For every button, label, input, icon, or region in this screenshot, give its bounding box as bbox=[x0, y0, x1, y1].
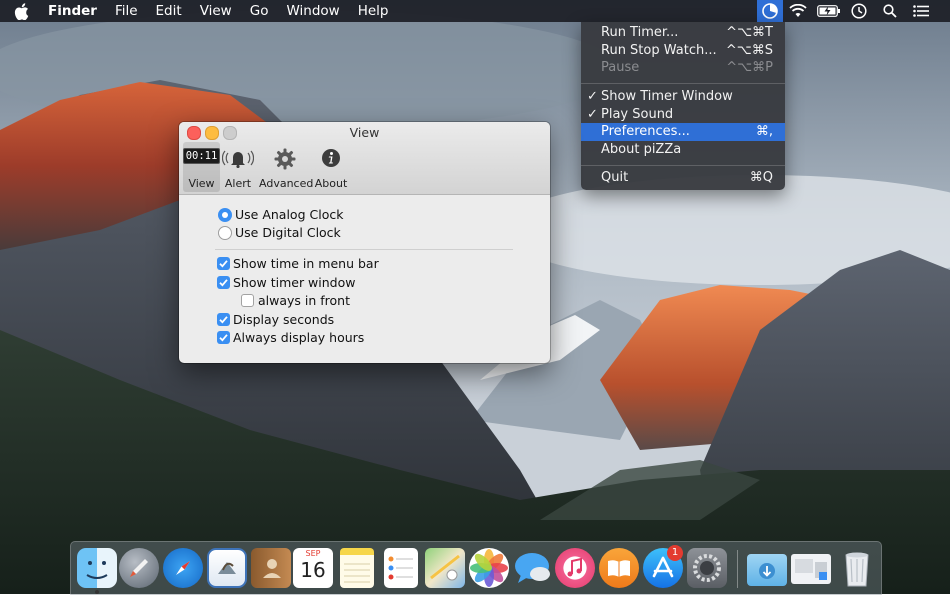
menu-item-run-stop-watch[interactable]: Run Stop Watch... ^⌥⌘S bbox=[581, 42, 785, 60]
analog-clock-label: Use Analog Clock bbox=[235, 207, 344, 222]
running-indicator bbox=[95, 590, 99, 594]
menu-window[interactable]: Window bbox=[277, 0, 348, 22]
menu-item-label: About piZZa bbox=[601, 142, 682, 157]
always-display-hours-checkbox[interactable] bbox=[217, 331, 230, 344]
menu-item-label: Preferences... bbox=[601, 124, 690, 139]
calendar-icon[interactable]: SEP 16 bbox=[293, 548, 333, 588]
menu-item-label: Pause bbox=[601, 60, 640, 75]
notification-center-icon[interactable] bbox=[909, 0, 933, 22]
contacts-icon[interactable] bbox=[251, 548, 291, 588]
time-machine-icon[interactable] bbox=[848, 0, 870, 22]
menu-item-preferences[interactable]: Preferences... ⌘, bbox=[581, 123, 785, 141]
trash-icon[interactable] bbox=[837, 548, 877, 588]
spotlight-search-icon[interactable] bbox=[879, 0, 901, 22]
menu-item-run-timer[interactable]: Run Timer... ^⌥⌘T bbox=[581, 24, 785, 42]
menu-item-play-sound[interactable]: ✓ Play Sound bbox=[581, 106, 785, 124]
show-timer-window-checkbox[interactable] bbox=[217, 276, 230, 289]
window-titlebar[interactable]: View 00:11 View Alert Advanced About bbox=[179, 122, 550, 195]
checkmark-icon bbox=[219, 260, 228, 268]
menu-edit[interactable]: Edit bbox=[147, 0, 191, 22]
info-icon bbox=[322, 149, 340, 167]
menu-item-label: Run Timer... bbox=[601, 25, 679, 40]
maps-icon[interactable] bbox=[425, 548, 465, 588]
menu-item-pause: Pause ^⌥⌘P bbox=[581, 59, 785, 77]
menu-item-label: Run Stop Watch... bbox=[601, 43, 717, 58]
menu-item-label: Quit bbox=[601, 170, 629, 185]
dock-separator bbox=[737, 550, 738, 588]
option-label: Display seconds bbox=[233, 312, 335, 327]
tab-alert[interactable]: Alert bbox=[221, 142, 255, 192]
menu-help[interactable]: Help bbox=[349, 0, 398, 22]
preferences-window: View 00:11 View Alert Advanced About Use… bbox=[179, 122, 550, 363]
calendar-day: 16 bbox=[300, 558, 326, 582]
menu-file[interactable]: File bbox=[106, 0, 147, 22]
option-label: always in front bbox=[258, 293, 351, 308]
checkmark-icon: ✓ bbox=[587, 89, 598, 104]
display-seconds-checkbox[interactable] bbox=[217, 313, 230, 326]
itunes-icon[interactable] bbox=[555, 548, 595, 588]
menu-item-label: Play Sound bbox=[601, 107, 674, 122]
photos-icon[interactable] bbox=[469, 548, 509, 588]
checkmark-icon: ✓ bbox=[587, 107, 598, 122]
checkmark-icon bbox=[219, 316, 228, 324]
dock: SEP 16 1 bbox=[70, 541, 882, 595]
pizza-timer-icon[interactable] bbox=[757, 0, 783, 22]
documents-icon[interactable] bbox=[791, 554, 831, 584]
tab-advanced[interactable]: Advanced bbox=[259, 142, 314, 192]
tab-label: About bbox=[314, 177, 348, 190]
checkmark-icon bbox=[219, 334, 228, 342]
menu-item-shortcut: ^⌥⌘T bbox=[726, 25, 773, 40]
digital-clock-radio[interactable] bbox=[218, 226, 232, 240]
option-label: Show timer window bbox=[233, 275, 356, 290]
menu-separator bbox=[581, 83, 785, 84]
timer-status-menu: Run Timer... ^⌥⌘T Run Stop Watch... ^⌥⌘S… bbox=[581, 22, 785, 190]
menu-item-shortcut: ⌘Q bbox=[749, 170, 773, 185]
mail-icon[interactable] bbox=[207, 548, 247, 588]
menu-separator bbox=[581, 165, 785, 166]
menu-item-shortcut: ^⌥⌘P bbox=[726, 60, 773, 75]
section-divider bbox=[215, 249, 513, 250]
tab-label: View bbox=[188, 177, 215, 190]
menu-view[interactable]: View bbox=[191, 0, 241, 22]
menu-item-shortcut: ⌘, bbox=[755, 124, 773, 139]
menu-item-about-pizza[interactable]: About piZZa bbox=[581, 141, 785, 159]
system-preferences-icon[interactable] bbox=[687, 548, 727, 588]
menu-item-quit[interactable]: Quit ⌘Q bbox=[581, 169, 785, 187]
tab-about[interactable]: About bbox=[313, 142, 349, 192]
checkmark-icon bbox=[219, 279, 228, 287]
menu-bar: Finder File Edit View Go Window Help bbox=[0, 0, 950, 22]
safari-icon[interactable] bbox=[163, 548, 203, 588]
launchpad-icon[interactable] bbox=[119, 548, 159, 588]
tab-label: Advanced bbox=[259, 177, 314, 190]
messages-icon[interactable] bbox=[513, 548, 553, 588]
window-title: View bbox=[349, 125, 380, 140]
gear-icon bbox=[274, 148, 296, 170]
app-store-badge: 1 bbox=[667, 545, 683, 561]
battery-icon[interactable] bbox=[815, 0, 843, 22]
apple-menu-icon[interactable] bbox=[14, 0, 36, 22]
wifi-icon[interactable] bbox=[787, 0, 809, 22]
menu-go[interactable]: Go bbox=[241, 0, 278, 22]
app-menu-finder[interactable]: Finder bbox=[36, 0, 106, 22]
always-in-front-checkbox[interactable] bbox=[241, 294, 254, 307]
ibooks-icon[interactable] bbox=[599, 548, 639, 588]
option-label: Show time in menu bar bbox=[233, 256, 379, 271]
digital-clock-label: Use Digital Clock bbox=[235, 225, 341, 240]
analog-clock-radio[interactable] bbox=[218, 208, 232, 222]
show-time-in-menu-bar-checkbox[interactable] bbox=[217, 257, 230, 270]
option-label: Always display hours bbox=[233, 330, 365, 345]
calendar-month: SEP bbox=[305, 549, 321, 558]
menu-item-show-timer-window[interactable]: ✓ Show Timer Window bbox=[581, 88, 785, 106]
tab-label: Alert bbox=[224, 177, 252, 190]
clock-display-icon: 00:11 bbox=[182, 148, 221, 164]
notes-icon[interactable] bbox=[340, 548, 374, 588]
tab-view[interactable]: 00:11 View bbox=[182, 142, 221, 192]
reminders-icon[interactable] bbox=[384, 548, 418, 588]
menu-item-shortcut: ^⌥⌘S bbox=[725, 43, 773, 58]
downloads-icon[interactable] bbox=[747, 554, 787, 586]
menu-item-label: Show Timer Window bbox=[601, 89, 733, 104]
bell-icon bbox=[222, 150, 254, 168]
finder-icon[interactable] bbox=[77, 548, 117, 588]
